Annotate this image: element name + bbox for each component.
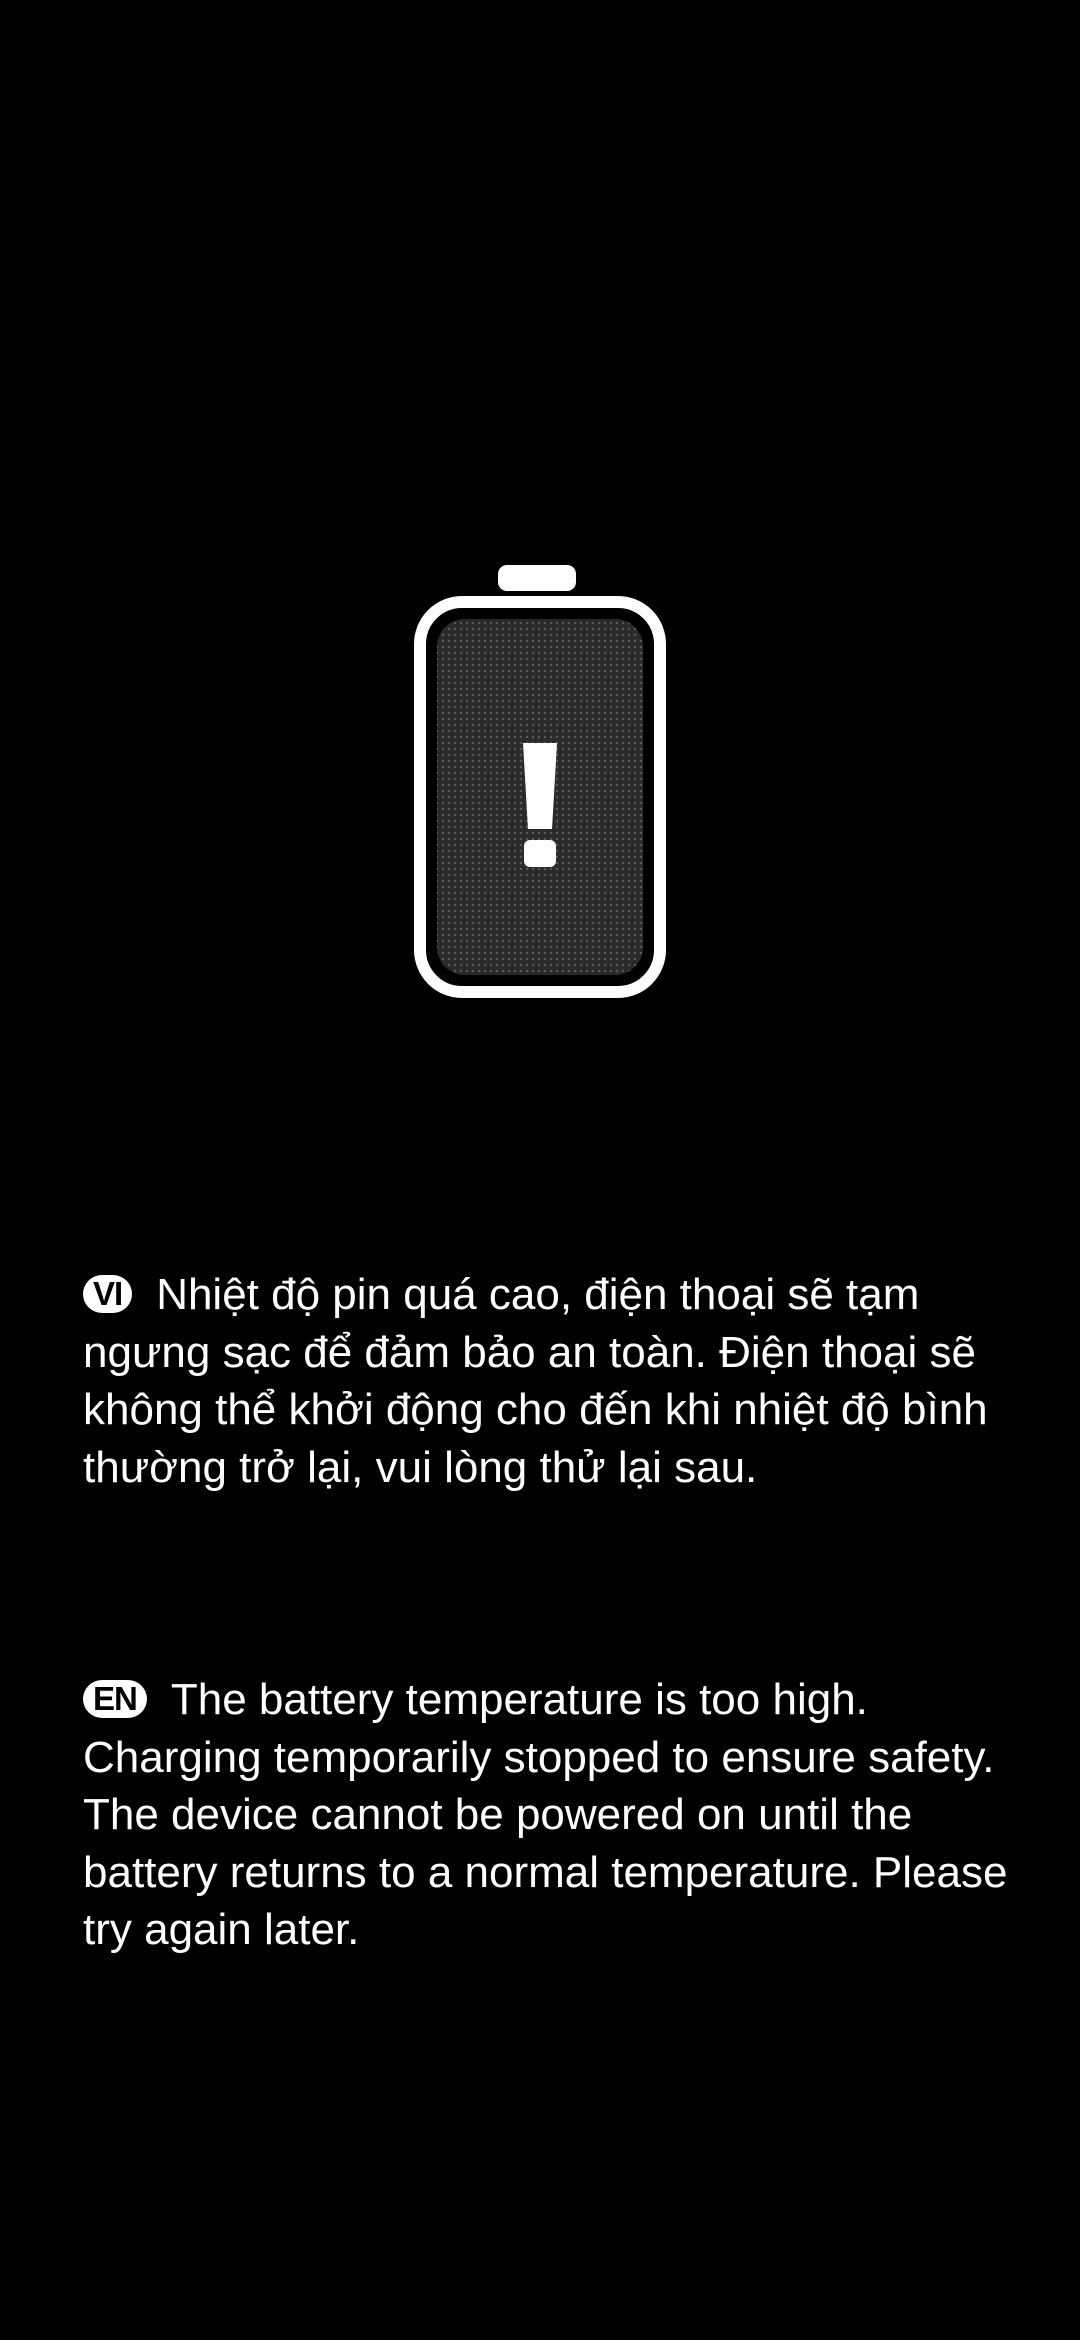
language-badge-vi: VI [83,1275,133,1313]
exclamation-mark-icon [523,743,557,829]
battery-warning-icon [410,560,670,1000]
overheat-warning-screen: VI Nhiệt độ pin quá cao, điện thoại sẽ tạ… [0,0,1080,2340]
warning-message-en: EN The battery temperature is too high. C… [83,1671,1013,1959]
warning-text-en: The battery temperature is too high. Cha… [83,1675,1008,1954]
language-badge-en: EN [83,1680,147,1718]
warning-text-vi: Nhiệt độ pin quá cao, điện thoại sẽ tạm … [83,1270,988,1492]
warning-message-vi: VI Nhiệt độ pin quá cao, điện thoại sẽ tạ… [83,1266,1013,1496]
battery-terminal [498,565,576,591]
